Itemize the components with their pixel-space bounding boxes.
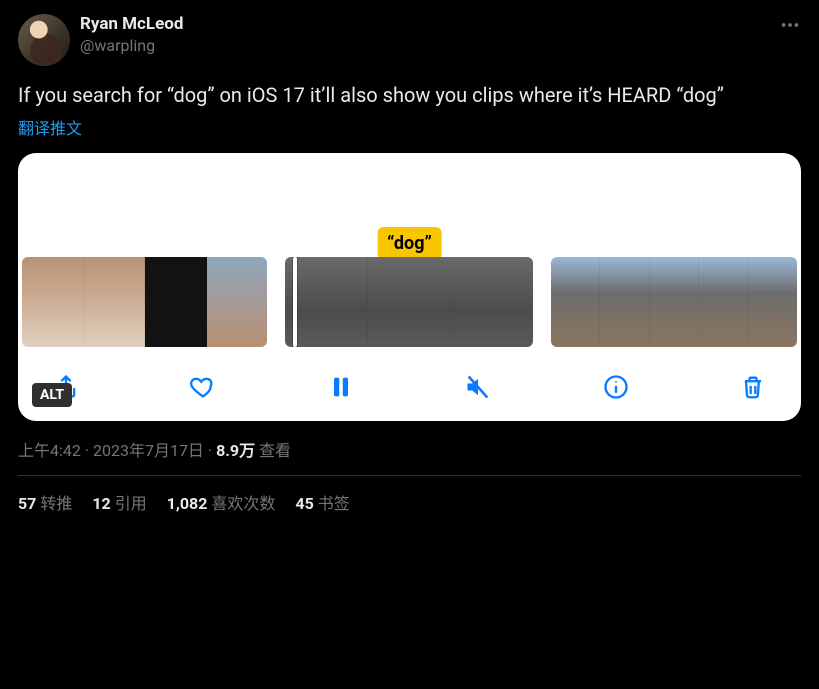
embedded-media: “dog”: [18, 153, 801, 421]
post-date[interactable]: 2023年7月17日: [93, 441, 204, 460]
views-count: 8.9万: [216, 441, 255, 460]
bookmarks-stat[interactable]: 45书签: [295, 490, 349, 514]
thumbnail-frame: [145, 257, 207, 347]
thumbnail-frame: [650, 257, 699, 347]
display-name: Ryan McLeod: [80, 14, 183, 34]
trash-icon[interactable]: [739, 373, 767, 401]
more-icon[interactable]: [779, 14, 801, 40]
handle: @warpling: [80, 36, 183, 55]
post-time[interactable]: 上午4:42: [18, 441, 81, 460]
clip-group[interactable]: [22, 257, 267, 347]
alt-badge[interactable]: ALT: [32, 383, 72, 407]
clip-group[interactable]: [285, 257, 533, 347]
thumbnail-frame: [285, 257, 368, 347]
heart-icon[interactable]: [189, 373, 217, 401]
author-block[interactable]: Ryan McLeod @warpling: [80, 14, 183, 55]
engagement-stats: 57转推 12引用 1,082喜欢次数 45书签: [18, 490, 801, 514]
thumbnail-frame: [551, 257, 600, 347]
thumbnail-frame: [84, 257, 146, 347]
thumbnail-frame: [22, 257, 84, 347]
avatar[interactable]: [18, 14, 70, 66]
media-controls: [18, 347, 801, 407]
search-match-label: “dog”: [377, 227, 442, 260]
translate-link[interactable]: 翻译推文: [18, 119, 82, 138]
views-label: 查看: [255, 441, 291, 460]
thumbnail-frame: [699, 257, 748, 347]
thumbnail-frame: [207, 257, 268, 347]
thumbnail-frame: [368, 257, 451, 347]
pause-icon[interactable]: [327, 373, 355, 401]
tweet-text: If you search for “dog” on iOS 17 it’ll …: [18, 82, 801, 109]
tweet-meta: 上午4:42 · 2023年7月17日 · 8.9万 查看: [18, 437, 801, 461]
retweets-stat[interactable]: 57转推: [18, 490, 72, 514]
clip-group[interactable]: [551, 257, 797, 347]
likes-stat[interactable]: 1,082喜欢次数: [167, 490, 276, 514]
mute-icon[interactable]: [464, 373, 492, 401]
thumbnail-frame: [600, 257, 649, 347]
tweet-header: Ryan McLeod @warpling: [18, 14, 801, 66]
playhead[interactable]: [293, 257, 297, 347]
divider: [18, 475, 801, 476]
quotes-stat[interactable]: 12引用: [92, 490, 146, 514]
info-icon[interactable]: [602, 373, 630, 401]
thumbnail-frame: [451, 257, 533, 347]
thumbnail-frame: [749, 257, 797, 347]
video-timeline[interactable]: [18, 257, 801, 347]
